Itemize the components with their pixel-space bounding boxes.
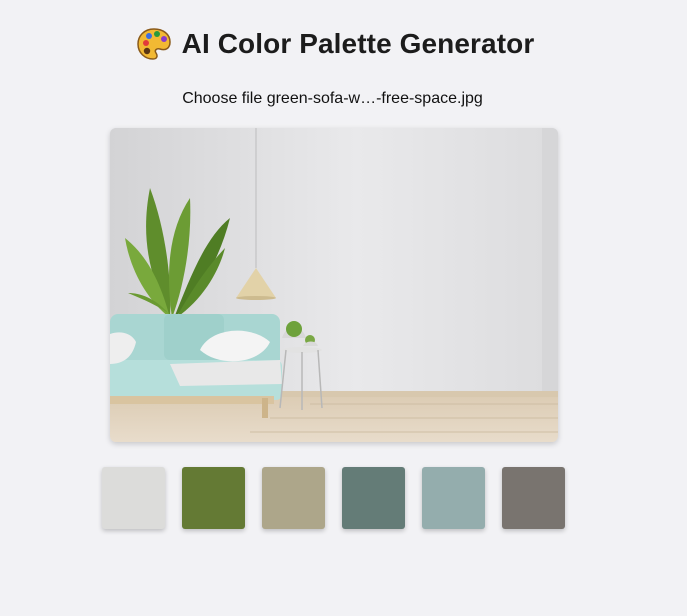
- file-input[interactable]: Choose file green-sofa-w…-free-space.jpg: [0, 90, 665, 108]
- artist-palette-icon: [136, 28, 171, 60]
- color-swatch[interactable]: [342, 467, 405, 529]
- room-photo: [110, 128, 558, 442]
- color-swatch[interactable]: [502, 467, 565, 529]
- file-name: green-sofa-w…-free-space.jpg: [266, 90, 483, 107]
- color-swatch[interactable]: [182, 467, 245, 529]
- choose-file-button[interactable]: Choose file: [182, 90, 262, 107]
- page-title: AI Color Palette Generator: [181, 28, 535, 59]
- color-palette: [102, 467, 565, 529]
- header: AI Color Palette Generator: [0, 26, 670, 62]
- color-swatch[interactable]: [422, 467, 485, 529]
- color-swatch[interactable]: [102, 467, 165, 529]
- image-preview: [110, 128, 558, 442]
- color-swatch[interactable]: [262, 467, 325, 529]
